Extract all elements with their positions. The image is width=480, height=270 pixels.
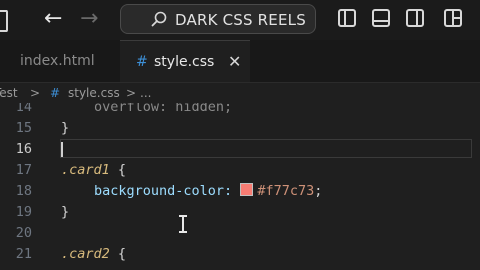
css-property: background-color: [94, 183, 233, 199]
css-file-icon: # [136, 54, 148, 70]
css-selector: .card2 [61, 246, 110, 262]
text-cursor [61, 142, 63, 157]
tab-style-css[interactable]: # style.css ✕ [120, 40, 250, 82]
editor-tab-bar: index.html # style.css ✕ [0, 40, 480, 83]
panel-edge-icon[interactable] [0, 10, 8, 32]
toggle-secondary-sidebar-icon[interactable] [406, 9, 424, 27]
line-number: 19 [15, 204, 32, 220]
command-center-search[interactable]: DARK CSS REELS [120, 4, 316, 34]
back-arrow-icon[interactable]: ← [44, 6, 62, 32]
tab-index-html[interactable]: index.html [0, 40, 120, 82]
code-text: overflow: hidden; [94, 103, 233, 115]
code-line: 14 overflow: hidden; [0, 103, 480, 118]
code-text: background-color: #f77c73; [61, 181, 322, 202]
code-text: .card2 { [61, 244, 126, 265]
semicolon: ; [314, 183, 323, 199]
open-brace: { [117, 162, 127, 178]
breadcrumb: Test > # style.css > ... [0, 83, 480, 103]
toggle-primary-sidebar-icon[interactable] [338, 9, 356, 27]
search-text: DARK CSS REELS [175, 11, 306, 29]
breadcrumb-separator: > [126, 86, 137, 100]
code-line: 18 background-color: #f77c73; [0, 181, 480, 202]
line-number: 17 [15, 162, 32, 178]
code-editor[interactable]: 14 overflow: hidden; 15 } 16 17 .card1 {… [0, 103, 480, 270]
line-number: 21 [15, 246, 32, 262]
code-line: 21 .card2 { [0, 244, 480, 265]
breadcrumb-separator: > [30, 86, 41, 100]
current-line-highlight [60, 139, 472, 158]
breadcrumb-file[interactable]: style.css [68, 83, 120, 103]
code-line: 20 [0, 223, 480, 244]
forward-arrow-icon[interactable]: → [80, 6, 98, 32]
code-text: .card1 { [61, 160, 126, 181]
code-line-active: 16 [0, 139, 480, 160]
breadcrumb-folder[interactable]: Test [0, 83, 18, 103]
tab-label: index.html [20, 53, 95, 69]
open-brace: { [117, 246, 127, 262]
color-swatch[interactable] [240, 183, 254, 196]
line-number: 18 [15, 183, 32, 199]
css-value: #f77c73 [257, 183, 315, 199]
close-tab-icon[interactable]: ✕ [228, 41, 241, 83]
code-line: 17 .card1 { [0, 160, 480, 181]
line-number: 20 [15, 225, 32, 241]
code-line: 19 } [0, 202, 480, 223]
css-selector: .card1 [61, 162, 110, 178]
code-text: } [61, 120, 70, 136]
title-bar: ← → DARK CSS REELS [0, 0, 480, 40]
mouse-ibeam-cursor-icon [179, 215, 188, 233]
css-file-icon: # [50, 86, 61, 100]
line-number: 15 [15, 120, 32, 136]
search-icon [151, 11, 167, 27]
customize-layout-icon[interactable] [444, 9, 462, 27]
code-text: } [61, 204, 70, 220]
line-number: 16 [15, 141, 32, 157]
toggle-panel-icon[interactable] [372, 9, 390, 27]
tab-label: style.css [154, 54, 215, 70]
breadcrumb-symbol[interactable]: ... [140, 83, 151, 103]
line-number: 14 [15, 103, 32, 115]
code-line: 15 } [0, 118, 480, 139]
